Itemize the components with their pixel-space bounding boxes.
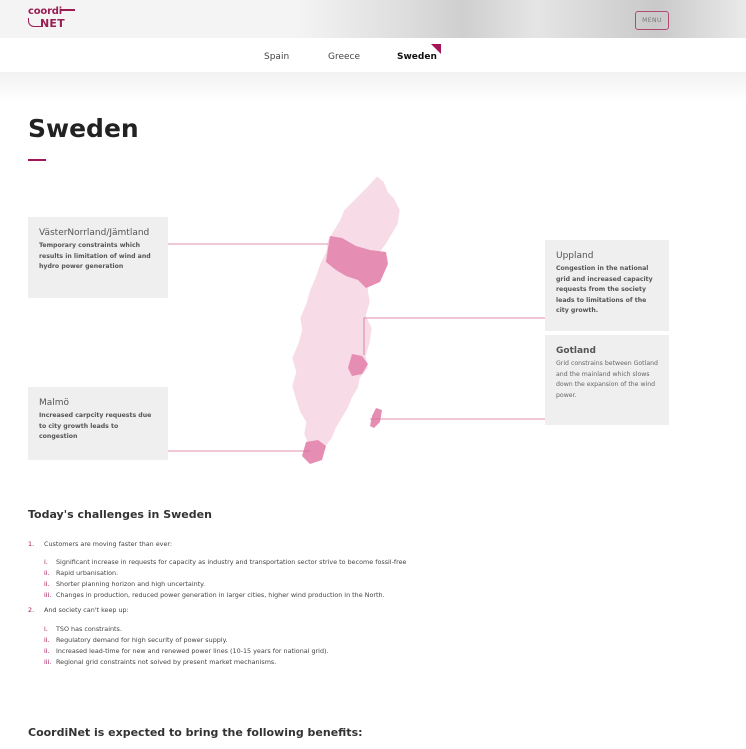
sub-list-item: iii. Regional grid constraints not solved… bbox=[44, 658, 276, 666]
challenges-heading: Today's challenges in Sweden bbox=[28, 508, 212, 521]
list-number: 1. bbox=[28, 540, 35, 548]
sub-list-item: i. Significant increase in requests for c… bbox=[44, 558, 406, 566]
region-card-uppland: Uppland Congestion in the national grid … bbox=[545, 240, 669, 331]
sub-list-number: ii. bbox=[44, 647, 50, 655]
region-description: Grid constrains between Gotland and the … bbox=[556, 360, 658, 399]
sub-list-item: ii. Rapid urbanisation. bbox=[44, 569, 118, 577]
sub-list-text: Increased lead-time for new and renewed … bbox=[56, 647, 329, 655]
sub-list-text: Rapid urbanisation. bbox=[56, 569, 119, 577]
benefits-heading: CoordiNet is expected to bring the follo… bbox=[28, 726, 363, 739]
sub-list-number: i. bbox=[44, 625, 48, 633]
region-description: Increased carpcity requests due to city … bbox=[39, 412, 152, 440]
sub-list-item: ii. Regulatory demand for high security o… bbox=[44, 636, 227, 644]
region-description: Congestion in the national grid and incr… bbox=[556, 265, 653, 314]
sub-list-number: ii. bbox=[44, 580, 50, 588]
region-card-malmo: Malmö Increased carpcity requests due to… bbox=[28, 387, 168, 460]
sub-list-text: Regional grid constraints not solved by … bbox=[56, 658, 277, 666]
sub-list-text: TSO has constraints. bbox=[56, 625, 122, 633]
sub-list-item: i. TSO has constraints. bbox=[44, 625, 122, 633]
sub-list-number: iii. bbox=[44, 591, 52, 599]
region-card-vasternorrland: VästerNorrland/Jämtland Temporary constr… bbox=[28, 217, 168, 298]
sub-list-number: i. bbox=[44, 558, 48, 566]
region-card-gotland: Gotland Grid constrains between Gotland … bbox=[545, 335, 669, 425]
sub-list-text: Regulatory demand for high security of p… bbox=[56, 636, 228, 644]
region-title: Malmö bbox=[39, 398, 70, 408]
sub-list-item: iii. Changes in production, reduced power… bbox=[44, 591, 385, 599]
sub-list-text: Shorter planning horizon and high uncert… bbox=[56, 580, 206, 588]
sub-list-item: ii. Shorter planning horizon and high unc… bbox=[44, 580, 205, 588]
list-number: 2. bbox=[28, 606, 35, 614]
list-text: Customers are moving faster than ever: bbox=[44, 540, 173, 548]
region-title: VästerNorrland/Jämtland bbox=[39, 228, 150, 238]
sub-list-number: iii. bbox=[44, 658, 52, 666]
list-item: 1. Customers are moving faster than ever: bbox=[28, 540, 172, 548]
sub-list-number: ii. bbox=[44, 569, 50, 577]
list-item: 2. And society can't keep up: bbox=[28, 606, 129, 614]
region-description: Temporary constraints which results in l… bbox=[39, 242, 151, 270]
connector-uppland bbox=[363, 317, 545, 355]
region-title: Uppland bbox=[556, 251, 594, 261]
list-text: And society can't keep up: bbox=[44, 606, 129, 614]
sub-list-text: Significant increase in requests for cap… bbox=[56, 558, 407, 566]
sub-list-item: ii. Increased lead-time for new and renew… bbox=[44, 647, 329, 655]
sub-list-number: ii. bbox=[44, 636, 50, 644]
region-title: Gotland bbox=[556, 346, 596, 356]
sub-list-text: Changes in production, reduced power gen… bbox=[56, 591, 385, 599]
